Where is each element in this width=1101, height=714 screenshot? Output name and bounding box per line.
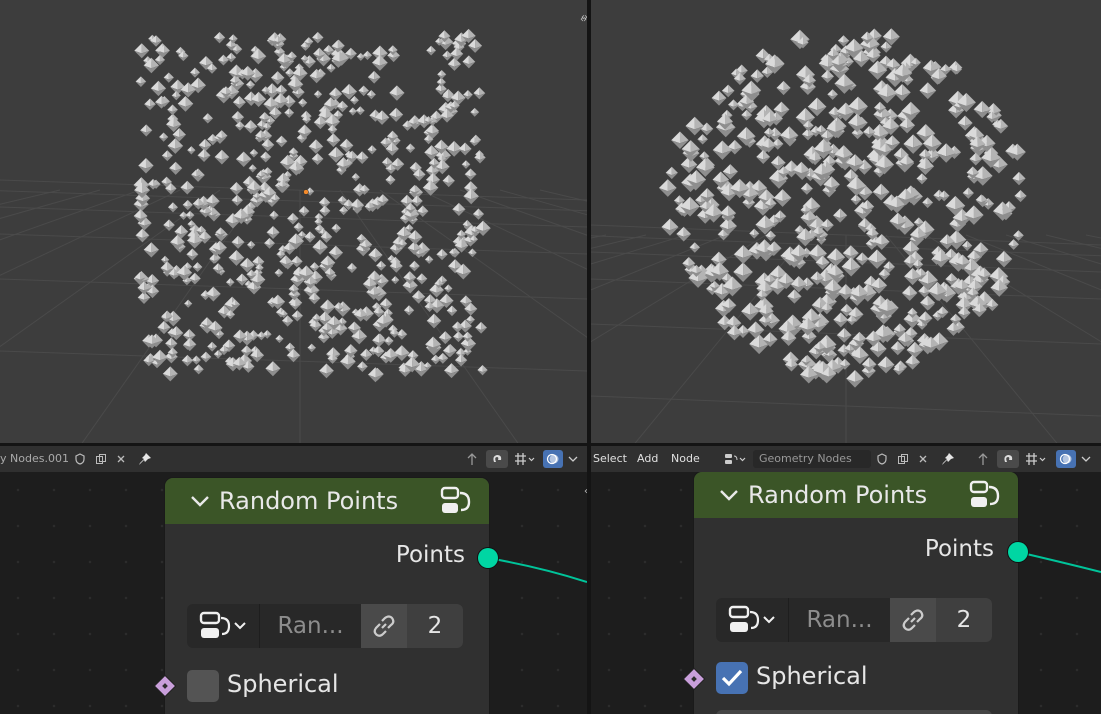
viewport-right[interactable] [591, 0, 1101, 443]
points-output-socket[interactable] [478, 548, 498, 568]
node-editor-header-right: Select Add Node Geometry Nodes [591, 446, 1101, 472]
snap-icon[interactable] [486, 450, 508, 468]
menu-node[interactable]: Node [671, 452, 700, 465]
points-output-label: Points [924, 536, 994, 562]
close-icon[interactable] [112, 450, 130, 468]
snap-icon[interactable] [997, 450, 1019, 468]
close-icon[interactable] [914, 450, 932, 468]
random-points-node[interactable]: Random Points Points Ran... 2 Spherical [165, 478, 489, 714]
random-field[interactable]: Ran... 2 [187, 604, 463, 648]
origin-marker[interactable] [303, 189, 309, 195]
link-icon[interactable] [361, 604, 407, 648]
random-points-node[interactable]: Random Points Points Ran... 2 Spherical [694, 472, 1018, 714]
field-name[interactable]: Ran... [789, 598, 890, 642]
collapse-chevron-icon[interactable] [718, 484, 740, 506]
duplicate-icon[interactable] [91, 450, 111, 468]
field-value[interactable]: 2 [407, 604, 463, 648]
viewport-left[interactable]: ‹› [0, 0, 587, 443]
menu-add[interactable]: Add [637, 452, 658, 465]
node-title: Random Points [219, 487, 399, 515]
field-name[interactable]: Ran... [260, 604, 361, 648]
points-output-socket[interactable] [1008, 542, 1028, 562]
overlay-dropdown-icon[interactable] [564, 450, 582, 468]
spherical-label: Spherical [756, 662, 868, 690]
node-header[interactable]: Random Points [165, 478, 489, 524]
field-type-dropdown[interactable] [187, 604, 260, 648]
instance-cloud [658, 28, 1027, 388]
point-cloud-sphere [591, 28, 1101, 443]
node-group-icon [440, 486, 471, 513]
spherical-checkbox[interactable] [716, 662, 748, 694]
pin-icon[interactable] [939, 450, 957, 468]
node-tree-name-field[interactable]: Geometry Nodes [753, 450, 871, 468]
random-field[interactable]: Ran... 2 [716, 598, 992, 642]
field-type-dropdown[interactable] [716, 598, 789, 642]
overlay-dropdown-icon[interactable] [1077, 450, 1095, 468]
field-value[interactable]: 2 [936, 598, 992, 642]
spherical-checkbox[interactable] [187, 670, 219, 702]
area-split-icon[interactable]: ‹› [580, 14, 587, 25]
grid-icon[interactable] [510, 450, 540, 468]
node-group-icon [199, 611, 246, 638]
shield-icon[interactable] [70, 450, 90, 468]
spherical-label: Spherical [227, 670, 339, 698]
link-icon[interactable] [890, 598, 936, 642]
next-field[interactable] [716, 710, 992, 714]
node-editor-right[interactable]: Random Points Points Ran... 2 Spherical [591, 472, 1101, 714]
menu-select[interactable]: Select [593, 452, 627, 465]
parent-icon[interactable] [462, 450, 482, 468]
node-tree-name[interactable]: y Nodes.001 [0, 452, 69, 465]
collapse-chevron-icon[interactable] [189, 490, 211, 512]
checkmark-icon [721, 669, 743, 687]
points-output-label: Points [395, 542, 465, 568]
node-editor-left[interactable]: Random Points Points Ran... 2 Spherical … [0, 472, 587, 714]
node-header[interactable]: Random Points [694, 472, 1018, 518]
point-cloud-cube [0, 28, 587, 443]
overlay-icon[interactable] [1056, 450, 1076, 468]
node-title: Random Points [748, 481, 928, 509]
shield-icon[interactable] [872, 450, 892, 468]
overlay-icon[interactable] [543, 450, 563, 468]
pin-icon[interactable] [136, 450, 154, 468]
parent-icon[interactable] [973, 450, 993, 468]
area-resize-icon[interactable]: ‹› [584, 486, 587, 497]
node-editor-header-left: y Nodes.001 [0, 446, 587, 472]
node-group-icon [728, 605, 775, 632]
node-tree-icon[interactable] [721, 450, 751, 468]
duplicate-icon[interactable] [893, 450, 913, 468]
grid-icon[interactable] [1021, 450, 1051, 468]
node-group-icon [969, 480, 1000, 507]
